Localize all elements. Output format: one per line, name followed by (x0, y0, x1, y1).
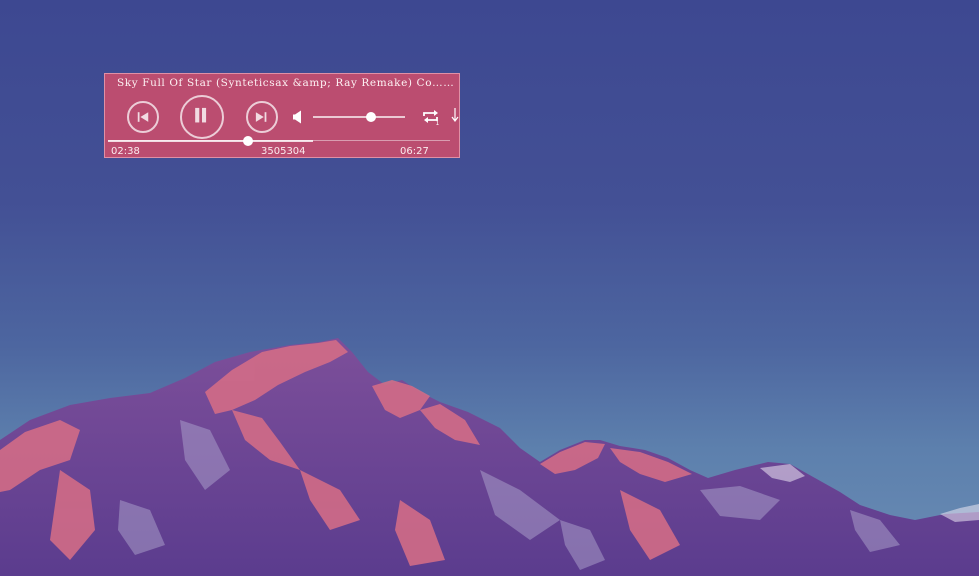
total-time: 06:27 (400, 146, 429, 157)
volume-track (313, 116, 405, 118)
progress-buffered (108, 140, 314, 142)
repeat-one-icon[interactable]: 1 (421, 108, 441, 126)
skip-previous-icon (137, 112, 149, 122)
song-title: Sky Full Of Star (Synteticsax &amp; Ray … (117, 77, 455, 89)
volume-slider[interactable] (313, 111, 405, 123)
play-pause-button[interactable] (180, 95, 224, 139)
skip-next-icon (255, 112, 267, 122)
volume-knob[interactable] (365, 112, 376, 122)
current-time: 02:38 (111, 146, 140, 157)
pause-icon (195, 107, 207, 123)
download-arrow-icon[interactable] (450, 105, 460, 125)
title-ellipsis: …… (432, 77, 455, 89)
speaker-icon[interactable] (292, 110, 304, 124)
progress-knob[interactable] (243, 136, 254, 146)
desktop: Sky Full Of Star (Synteticsax &amp; Ray … (0, 0, 979, 576)
track-id: 3505304 (261, 146, 306, 157)
next-track-button[interactable] (246, 101, 278, 133)
svg-text:1: 1 (436, 120, 440, 126)
previous-track-button[interactable] (127, 101, 159, 133)
music-player-widget: Sky Full Of Star (Synteticsax &amp; Ray … (104, 73, 460, 158)
